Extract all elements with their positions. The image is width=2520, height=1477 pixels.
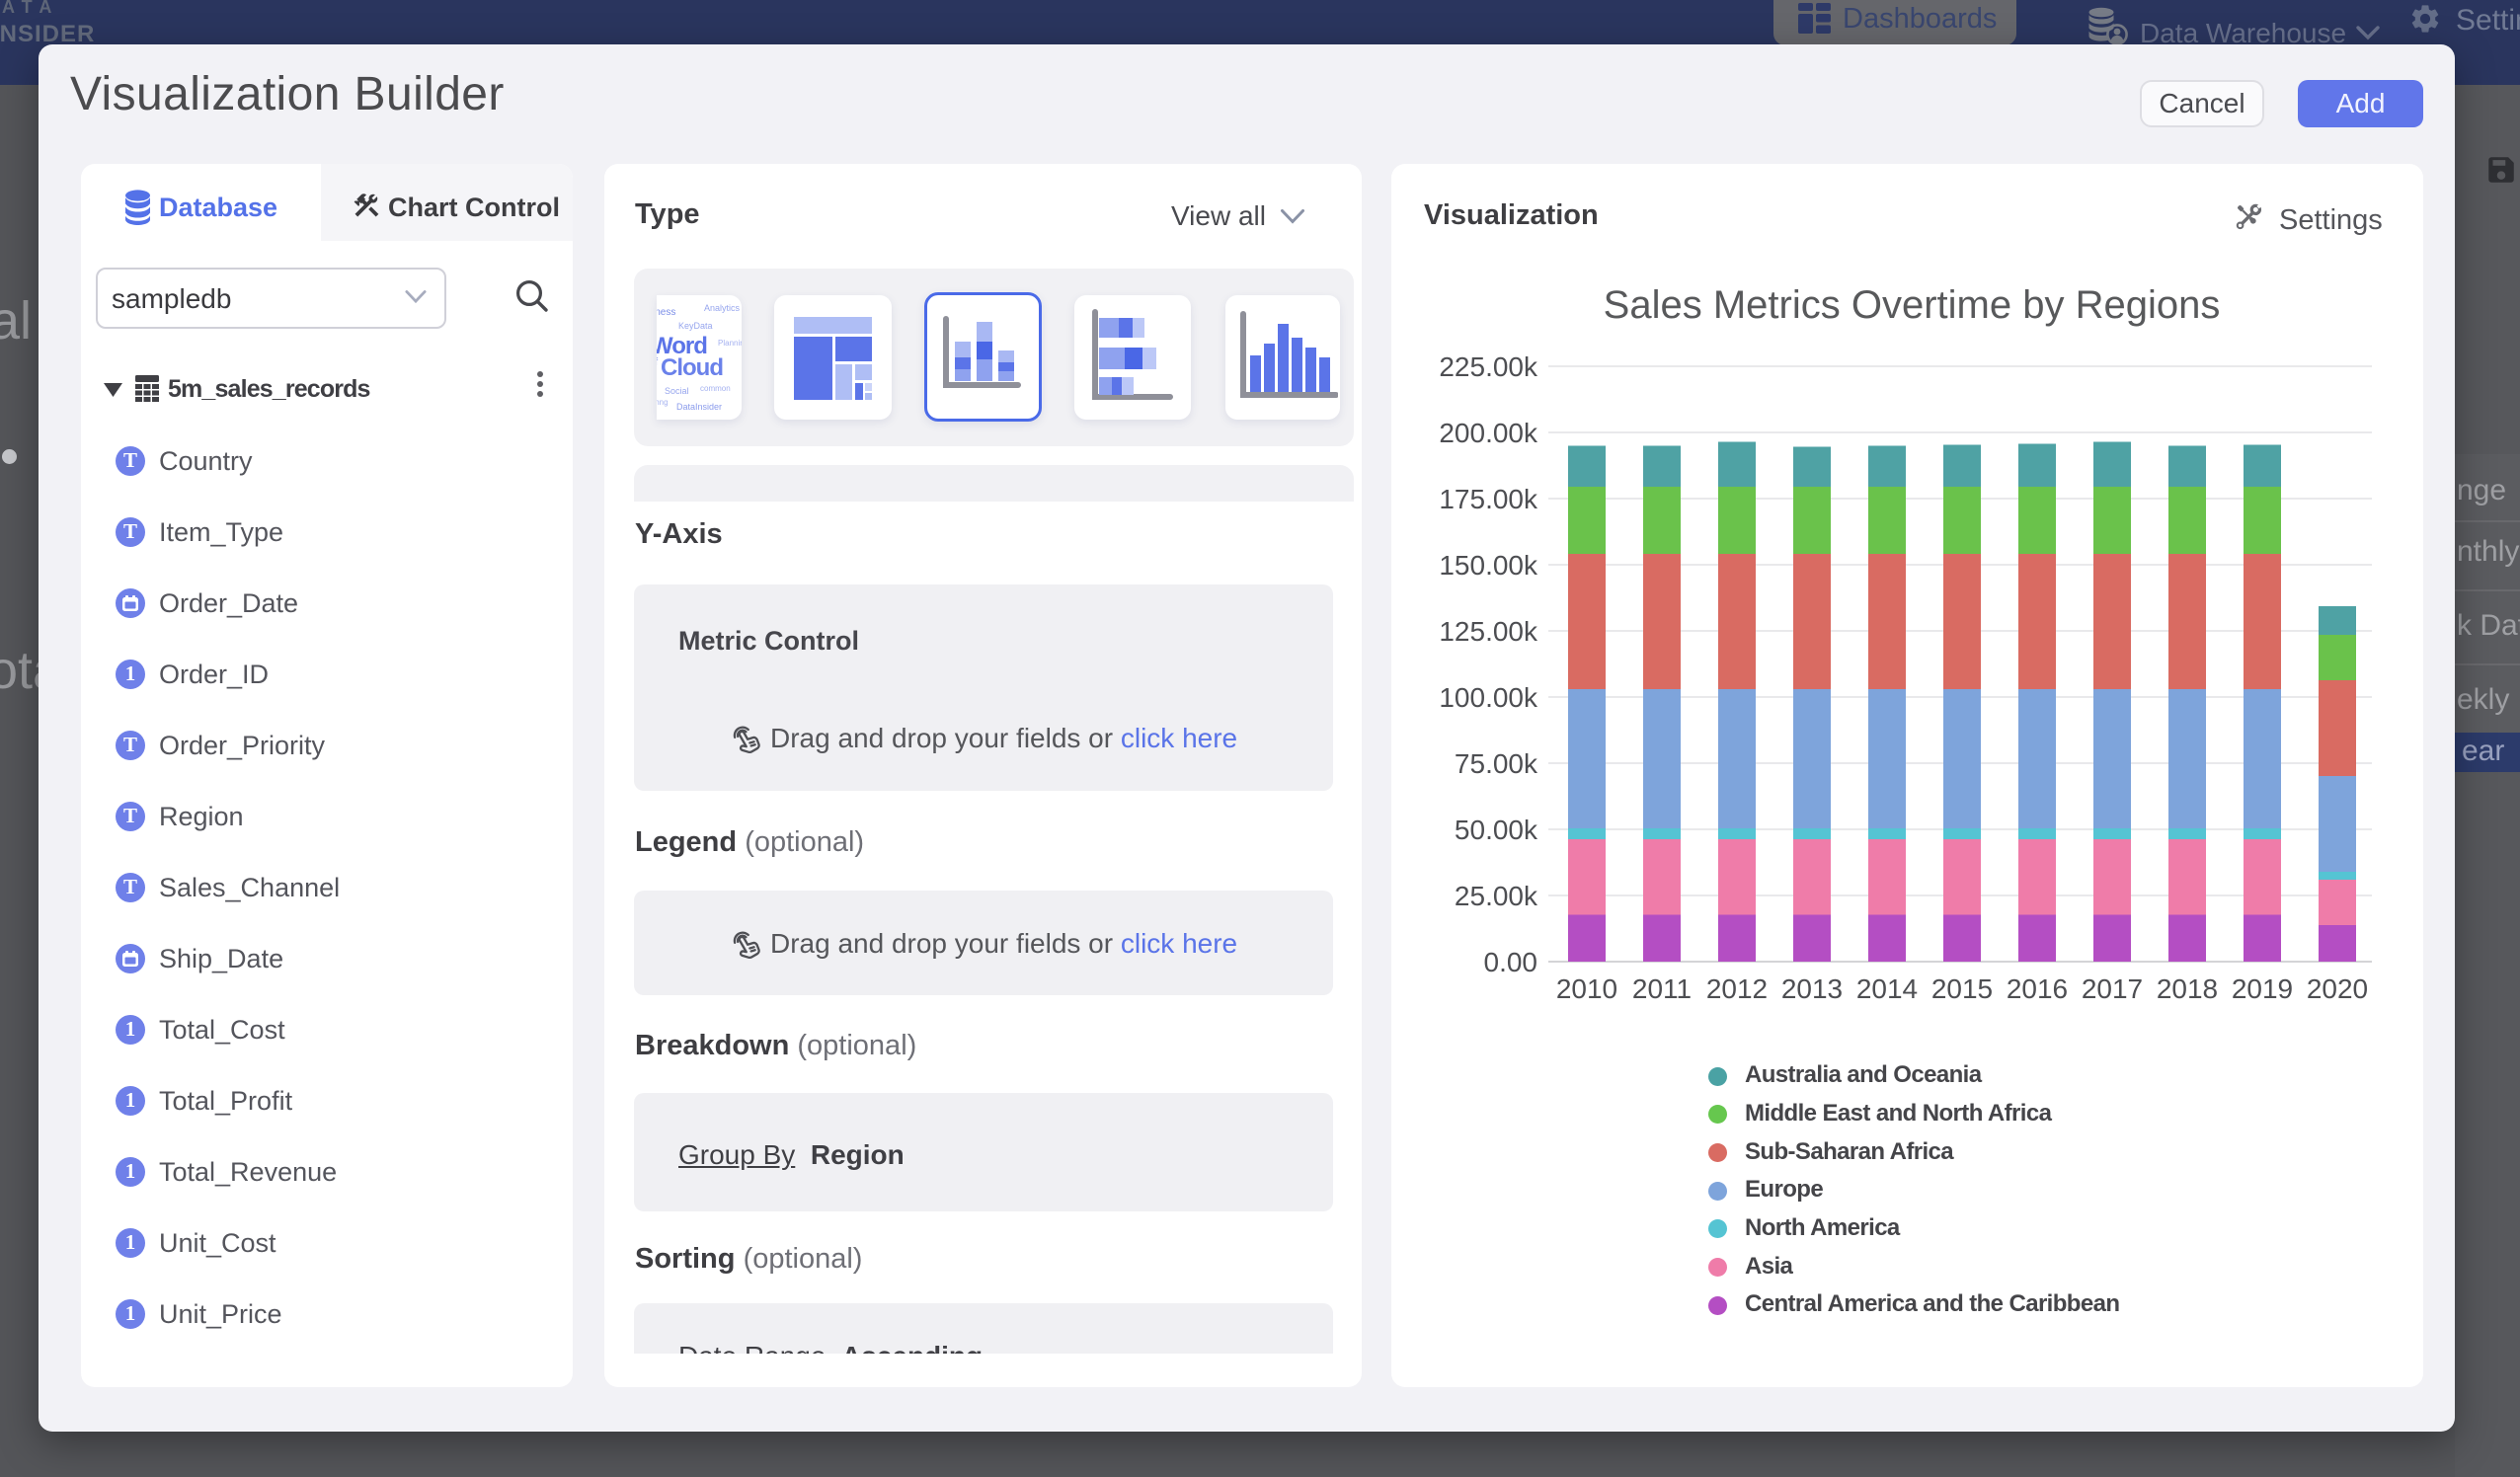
svg-text:2019: 2019: [2232, 973, 2293, 1004]
svg-text:225.00k: 225.00k: [1439, 351, 1538, 382]
svg-text:2020: 2020: [2307, 973, 2368, 1004]
svg-text:2018: 2018: [2157, 973, 2218, 1004]
svg-text:2010: 2010: [1556, 973, 1617, 1004]
svg-text:100.00k: 100.00k: [1439, 682, 1538, 713]
svg-text:2013: 2013: [1781, 973, 1843, 1004]
svg-text:2012: 2012: [1706, 973, 1768, 1004]
svg-text:2016: 2016: [2007, 973, 2068, 1004]
svg-text:150.00k: 150.00k: [1439, 550, 1538, 581]
svg-text:Sales Metrics Overtime by Regi: Sales Metrics Overtime by Regions: [1604, 283, 2221, 327]
svg-text:0.00: 0.00: [1484, 947, 1538, 977]
svg-text:75.00k: 75.00k: [1455, 748, 1538, 779]
svg-text:25.00k: 25.00k: [1455, 881, 1538, 911]
svg-text:175.00k: 175.00k: [1439, 484, 1538, 514]
svg-text:2011: 2011: [1632, 973, 1692, 1004]
svg-text:2014: 2014: [1856, 973, 1918, 1004]
svg-text:200.00k: 200.00k: [1439, 418, 1538, 448]
svg-text:125.00k: 125.00k: [1439, 616, 1538, 647]
svg-text:2017: 2017: [2082, 973, 2143, 1004]
svg-text:2015: 2015: [1931, 973, 1993, 1004]
svg-text:50.00k: 50.00k: [1455, 815, 1538, 845]
